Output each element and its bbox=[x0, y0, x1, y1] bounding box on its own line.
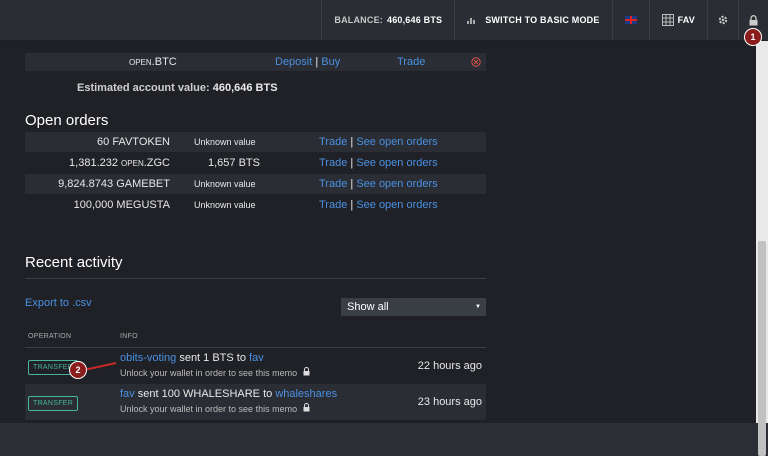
open-orders-title: Open orders bbox=[25, 112, 109, 129]
order-row: 9,824.8743 GAMEBET Unknown value Trade |… bbox=[25, 174, 486, 194]
balance-display[interactable]: BALANCE: 460,646 BTS bbox=[321, 0, 454, 40]
estimated-value: Estimated account value: 460,646 BTS bbox=[77, 82, 278, 94]
activity-time: 22 hours ago bbox=[417, 360, 482, 372]
account-name: FAV bbox=[677, 15, 695, 25]
order-trade-link[interactable]: Trade bbox=[319, 157, 347, 169]
balance-value: 460,646 BTS bbox=[386, 15, 443, 25]
deposit-link[interactable]: Deposit bbox=[275, 56, 312, 68]
order-trade-link[interactable]: Trade bbox=[319, 136, 347, 148]
top-bar: BALANCE: 460,646 BTS SWITCH TO BASIC MOD… bbox=[0, 0, 768, 41]
order-trade-link[interactable]: Trade bbox=[319, 178, 347, 190]
col-operation-header: OPERATION bbox=[28, 333, 72, 340]
filter-value: Show all bbox=[347, 301, 389, 313]
annotation-arrow bbox=[83, 362, 117, 371]
export-csv-link[interactable]: Export to .csv bbox=[25, 297, 92, 309]
order-trade-link[interactable]: Trade bbox=[319, 199, 347, 211]
balance-label: BALANCE: bbox=[334, 15, 383, 25]
annotation-marker-1: 1 bbox=[745, 29, 761, 45]
memo-locked: Unlock your wallet in order to see this … bbox=[120, 367, 310, 378]
to-account-link[interactable]: whaleshares bbox=[275, 388, 337, 400]
lock-icon bbox=[303, 403, 310, 412]
see-open-orders-link[interactable]: See open orders bbox=[356, 199, 437, 211]
chart-icon bbox=[467, 16, 477, 24]
remove-circle-icon[interactable] bbox=[471, 57, 481, 67]
gear-icon bbox=[718, 15, 728, 25]
activity-time: 23 hours ago bbox=[417, 396, 482, 408]
activity-row: TRANSFER fav sent 100 WHALESHARE to whal… bbox=[25, 384, 486, 420]
trade-link[interactable]: Trade bbox=[397, 56, 425, 68]
scrollbar[interactable] bbox=[756, 41, 768, 456]
annotation-marker-2: 2 bbox=[70, 362, 86, 378]
see-open-orders-link[interactable]: See open orders bbox=[356, 136, 437, 148]
see-open-orders-link[interactable]: See open orders bbox=[356, 178, 437, 190]
switch-basic-mode-button[interactable]: SWITCH TO BASIC MODE bbox=[454, 0, 611, 40]
from-account-link[interactable]: obits-voting bbox=[120, 352, 176, 364]
account-button[interactable]: FAV bbox=[648, 0, 707, 40]
order-row: 100,000 MEGUSTA Unknown value Trade | Se… bbox=[73, 199, 438, 211]
caret-down-icon: ▼ bbox=[475, 304, 481, 310]
uk-flag-icon bbox=[624, 16, 637, 24]
activity-filter-select[interactable]: Show all ▼ bbox=[341, 298, 486, 316]
buy-link[interactable]: Buy bbox=[321, 56, 340, 68]
col-info-header: INFO bbox=[120, 333, 138, 340]
see-open-orders-link[interactable]: See open orders bbox=[356, 157, 437, 169]
asset-name: OPEN.BTC bbox=[129, 56, 177, 68]
account-grid-icon bbox=[661, 14, 674, 26]
scrollbar-thumb[interactable] bbox=[758, 241, 766, 456]
transfer-badge[interactable]: TRANSFER bbox=[28, 396, 79, 411]
settings-button[interactable] bbox=[707, 0, 738, 40]
lock-icon bbox=[303, 367, 310, 376]
asset-row-btc: OPEN.BTC Deposit | Buy Trade bbox=[25, 53, 486, 71]
recent-activity-title: Recent activity bbox=[25, 254, 123, 271]
lock-icon bbox=[749, 14, 758, 25]
switch-basic-mode-label: SWITCH TO BASIC MODE bbox=[485, 15, 600, 25]
memo-locked: Unlock your wallet in order to see this … bbox=[120, 403, 310, 414]
from-account-link[interactable]: fav bbox=[120, 388, 135, 400]
divider bbox=[25, 278, 486, 279]
language-button[interactable] bbox=[611, 0, 649, 40]
separator: | bbox=[315, 56, 319, 68]
order-row: 1,381.232 OPEN.ZGC 1,657 BTS Trade | See… bbox=[69, 157, 438, 169]
order-row: 60 FAVTOKEN Unknown value Trade | See op… bbox=[25, 132, 486, 152]
to-account-link[interactable]: fav bbox=[249, 352, 264, 364]
